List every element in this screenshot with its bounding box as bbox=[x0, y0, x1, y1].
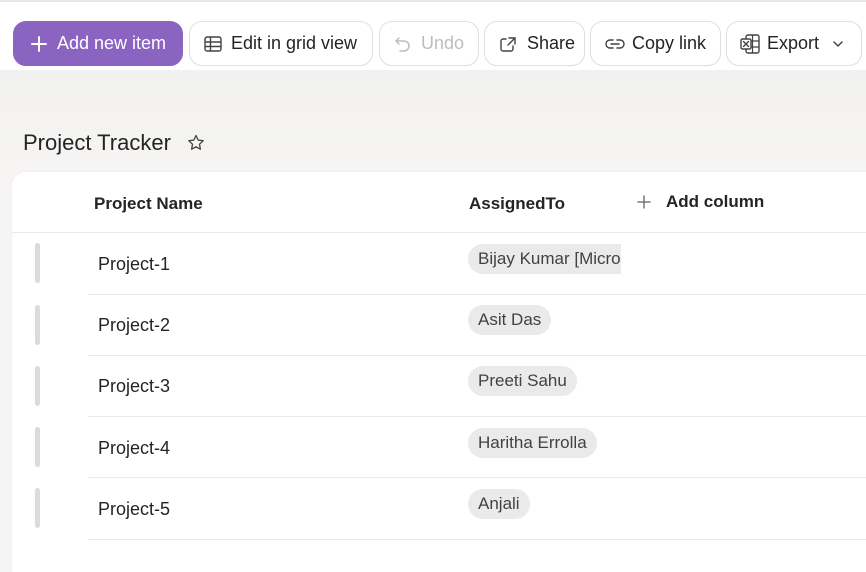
row-selector[interactable] bbox=[35, 366, 40, 406]
star-icon[interactable] bbox=[186, 133, 206, 158]
copy-link-label: Copy link bbox=[632, 33, 707, 53]
undo-button[interactable]: Undo bbox=[379, 21, 479, 66]
row-divider bbox=[88, 355, 866, 356]
add-new-item-label: Add new item bbox=[57, 33, 167, 53]
chevron-down-icon bbox=[831, 37, 845, 51]
share-label: Share bbox=[527, 33, 576, 53]
person-chip[interactable]: Preeti Sahu bbox=[468, 366, 577, 396]
project-name-cell[interactable]: Project-2 bbox=[98, 315, 170, 336]
export-button[interactable]: Export bbox=[726, 21, 862, 66]
link-icon bbox=[604, 34, 626, 54]
project-name-cell[interactable]: Project-4 bbox=[98, 438, 170, 459]
share-button[interactable]: Share bbox=[484, 21, 585, 66]
grid-icon bbox=[203, 34, 223, 54]
plus-icon bbox=[636, 194, 652, 210]
copy-link-button[interactable]: Copy link bbox=[590, 21, 721, 66]
page-title: Project Tracker bbox=[23, 130, 171, 155]
top-divider bbox=[0, 0, 866, 2]
add-new-item-button[interactable]: Add new item bbox=[13, 21, 183, 66]
person-chip[interactable]: Haritha Errolla bbox=[468, 428, 597, 458]
row-selector[interactable] bbox=[35, 488, 40, 528]
row-selector[interactable] bbox=[35, 243, 40, 283]
undo-label: Undo bbox=[421, 33, 465, 53]
share-icon bbox=[498, 34, 518, 54]
person-chip[interactable]: Anjali bbox=[468, 489, 530, 519]
row-divider bbox=[88, 539, 866, 540]
excel-icon bbox=[739, 33, 761, 55]
person-chip[interactable]: Bijay Kumar [Micro bbox=[468, 244, 621, 274]
row-selector[interactable] bbox=[35, 427, 40, 467]
row-divider bbox=[88, 477, 866, 478]
project-name-cell[interactable]: Project-3 bbox=[98, 376, 170, 397]
project-name-cell[interactable]: Project-1 bbox=[98, 254, 170, 275]
header-divider bbox=[12, 232, 866, 233]
list-header-area bbox=[0, 70, 866, 172]
project-name-cell[interactable]: Project-5 bbox=[98, 499, 170, 520]
column-header-assigned-to[interactable]: AssignedTo bbox=[469, 194, 565, 214]
add-column-button[interactable]: Add column bbox=[636, 192, 764, 212]
plus-icon bbox=[30, 35, 48, 53]
column-header-project-name[interactable]: Project Name bbox=[94, 194, 203, 214]
row-divider bbox=[88, 294, 866, 295]
person-chip[interactable]: Asit Das bbox=[468, 305, 552, 335]
undo-icon bbox=[393, 34, 413, 54]
add-column-label: Add column bbox=[666, 192, 765, 211]
edit-grid-view-label: Edit in grid view bbox=[231, 33, 358, 53]
export-label: Export bbox=[767, 33, 820, 53]
row-selector[interactable] bbox=[35, 305, 40, 345]
edit-grid-view-button[interactable]: Edit in grid view bbox=[189, 21, 373, 66]
row-divider bbox=[88, 416, 866, 417]
